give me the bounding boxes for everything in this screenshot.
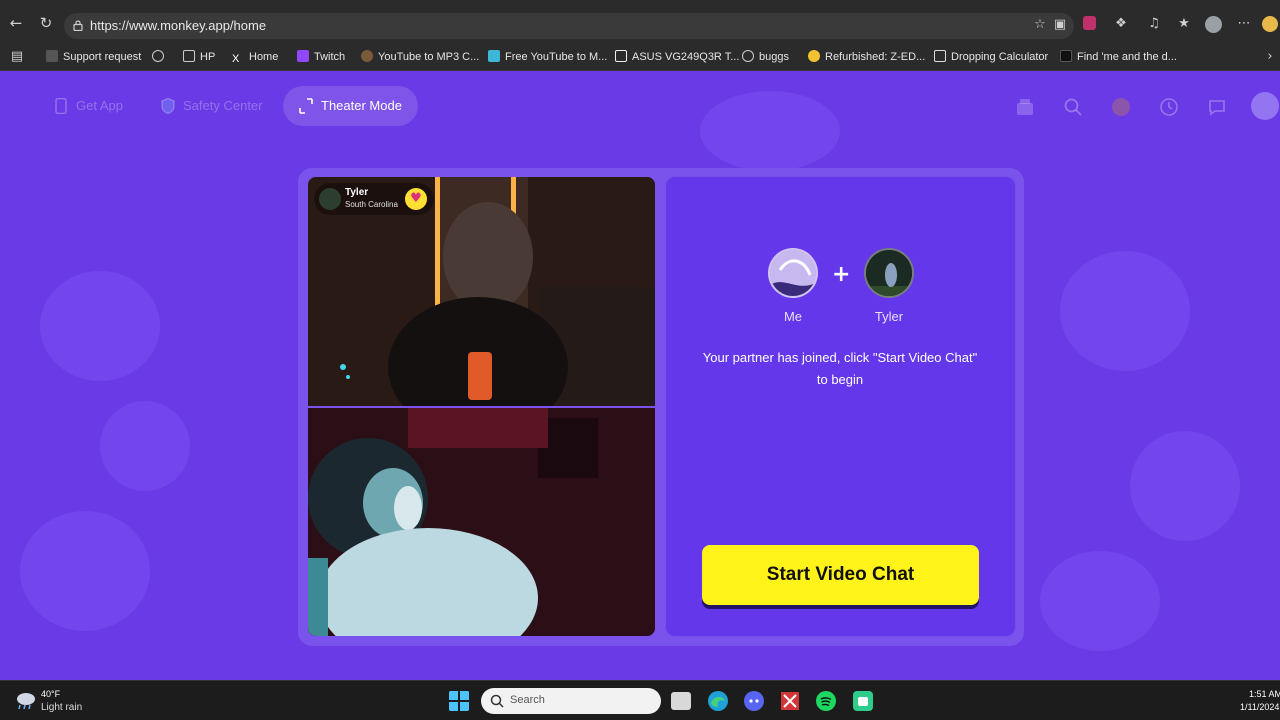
bookmarks-bar: ▤ Support request HP X Home Twitch YouTub… [0,44,1280,71]
partner-location: South Carolina [345,200,398,209]
bookmark-tiktok[interactable]: Find 'me and the d... [1060,49,1177,66]
bookmark-refurbished[interactable]: Refurbished: Z-ED... [808,49,925,66]
favorites-icon[interactable]: ★ [1176,16,1192,32]
bookmark-free-youtube[interactable]: Free YouTube to M... [488,49,607,66]
weather-description[interactable]: Light rain [41,702,82,713]
get-app-button[interactable]: Get App [38,86,139,126]
taskbar-search-placeholder: Search [510,694,545,706]
chat-bubble-icon[interactable] [1207,97,1227,117]
expand-icon [299,98,313,114]
my-avatar [768,248,818,298]
friends-avatar-icon[interactable] [1111,97,1131,117]
bookmark-hp[interactable]: HP [183,49,215,66]
bookmark-dropping-calculator[interactable]: Dropping Calculator [934,49,1048,66]
profile-avatar-icon[interactable] [1205,16,1222,33]
sidebar-toggle-icon[interactable]: ▤ [9,49,25,65]
camera-icon[interactable]: ▣ [1052,17,1068,33]
browser-toolbar: ← ↻ https://www.monkey.app/home ☆ ▣ ❖ ♫ … [0,0,1280,44]
partner-avatar [864,248,914,298]
newegg-icon [808,50,820,62]
ublock-extension-icon[interactable] [1083,16,1099,32]
page-icon [46,50,58,62]
user-profile-avatar[interactable] [1250,91,1280,121]
safety-center-button[interactable]: Safety Center [145,86,279,126]
clock-time[interactable]: 1:51 AM [1249,689,1280,699]
heart-icon[interactable]: ♥ [405,188,427,210]
start-video-chat-button[interactable]: Start Video Chat [702,545,979,605]
star-icon[interactable]: ☆ [1032,17,1048,33]
history-clock-icon[interactable] [1159,97,1179,117]
shield-icon [161,98,175,114]
globe-icon [742,50,754,62]
file-explorer-icon[interactable] [671,692,691,710]
theater-mode-button[interactable]: Theater Mode [283,86,418,126]
app-store-icon[interactable] [852,690,874,712]
folder-icon [183,50,195,62]
bookmark-asus[interactable]: ASUS VG249Q3R T... [615,49,739,66]
bookmark-home[interactable]: X Home [232,49,278,66]
calculator-icon [934,50,946,62]
twitch-icon [297,50,309,62]
y2mate-icon [488,50,500,62]
monkey-favicon-icon [361,50,373,62]
back-arrow-icon[interactable]: ← [7,14,25,32]
address-bar[interactable]: https://www.monkey.app/home ☆ ▣ [64,13,1074,39]
me-label: Me [783,309,803,324]
edge-browser-icon[interactable] [707,690,729,712]
url-text[interactable]: https://www.monkey.app/home [90,18,266,33]
x-logo-icon: X [232,53,240,65]
background-blob [100,401,190,491]
self-video-frame [308,408,655,636]
more-menu-icon[interactable]: ⋯ [1236,16,1252,32]
spotify-icon[interactable] [815,690,837,712]
background-blob [1060,251,1190,371]
shop-icon[interactable] [1015,97,1035,117]
partner-label: Tyler [874,309,904,324]
partner-small-avatar [319,188,341,210]
plus-icon: + [832,262,851,287]
bookmark-support-request[interactable]: Support request [46,49,141,66]
self-video [308,408,655,636]
rain-cloud-icon[interactable] [14,690,36,710]
clock-date[interactable]: 1/11/2024 [1240,702,1279,712]
extensions-icon[interactable]: ❖ [1113,16,1129,32]
bookmark-youtube-mp3[interactable]: YouTube to MP3 C... [361,49,479,66]
bookmark-twitch[interactable]: Twitch [297,49,345,66]
search-icon[interactable] [1063,97,1083,117]
media-control-icon[interactable]: ♫ [1146,16,1162,32]
partner-video: Tyler South Carolina ♥ [308,177,655,406]
partner-joined-message: Your partner has joined, click "Start Vi… [702,350,978,387]
bookmarks-overflow-icon[interactable]: › [1262,49,1278,65]
phone-icon [55,98,67,114]
bookmark-buggs[interactable]: buggs [742,49,789,66]
background-blob [20,511,150,631]
monkey-page: Get App Safety Center Theater Mode Tyler… [0,71,1280,680]
search-icon [490,694,504,708]
discord-icon[interactable] [743,690,765,712]
taskbar-search[interactable]: Search [481,688,661,714]
bookmark-globe[interactable] [152,49,169,66]
windows-start-icon[interactable] [448,690,470,712]
background-blob [40,271,160,381]
riot-client-icon[interactable] [779,690,801,712]
rtings-icon [615,50,627,62]
background-blob [1040,551,1160,651]
windows-taskbar: 40°F Light rain Search 1:51 AM 1/11/2024 [0,680,1280,720]
lock-icon [73,20,83,31]
copilot-icon[interactable] [1262,16,1278,32]
weather-temperature[interactable]: 40°F [41,689,60,699]
tiktok-icon [1060,50,1072,62]
globe-icon [152,50,164,62]
partner-name: Tyler [345,187,369,198]
reload-icon[interactable]: ↻ [37,14,55,32]
background-blob [1130,431,1240,541]
site-topnav: Get App Safety Center Theater Mode [0,71,1280,143]
